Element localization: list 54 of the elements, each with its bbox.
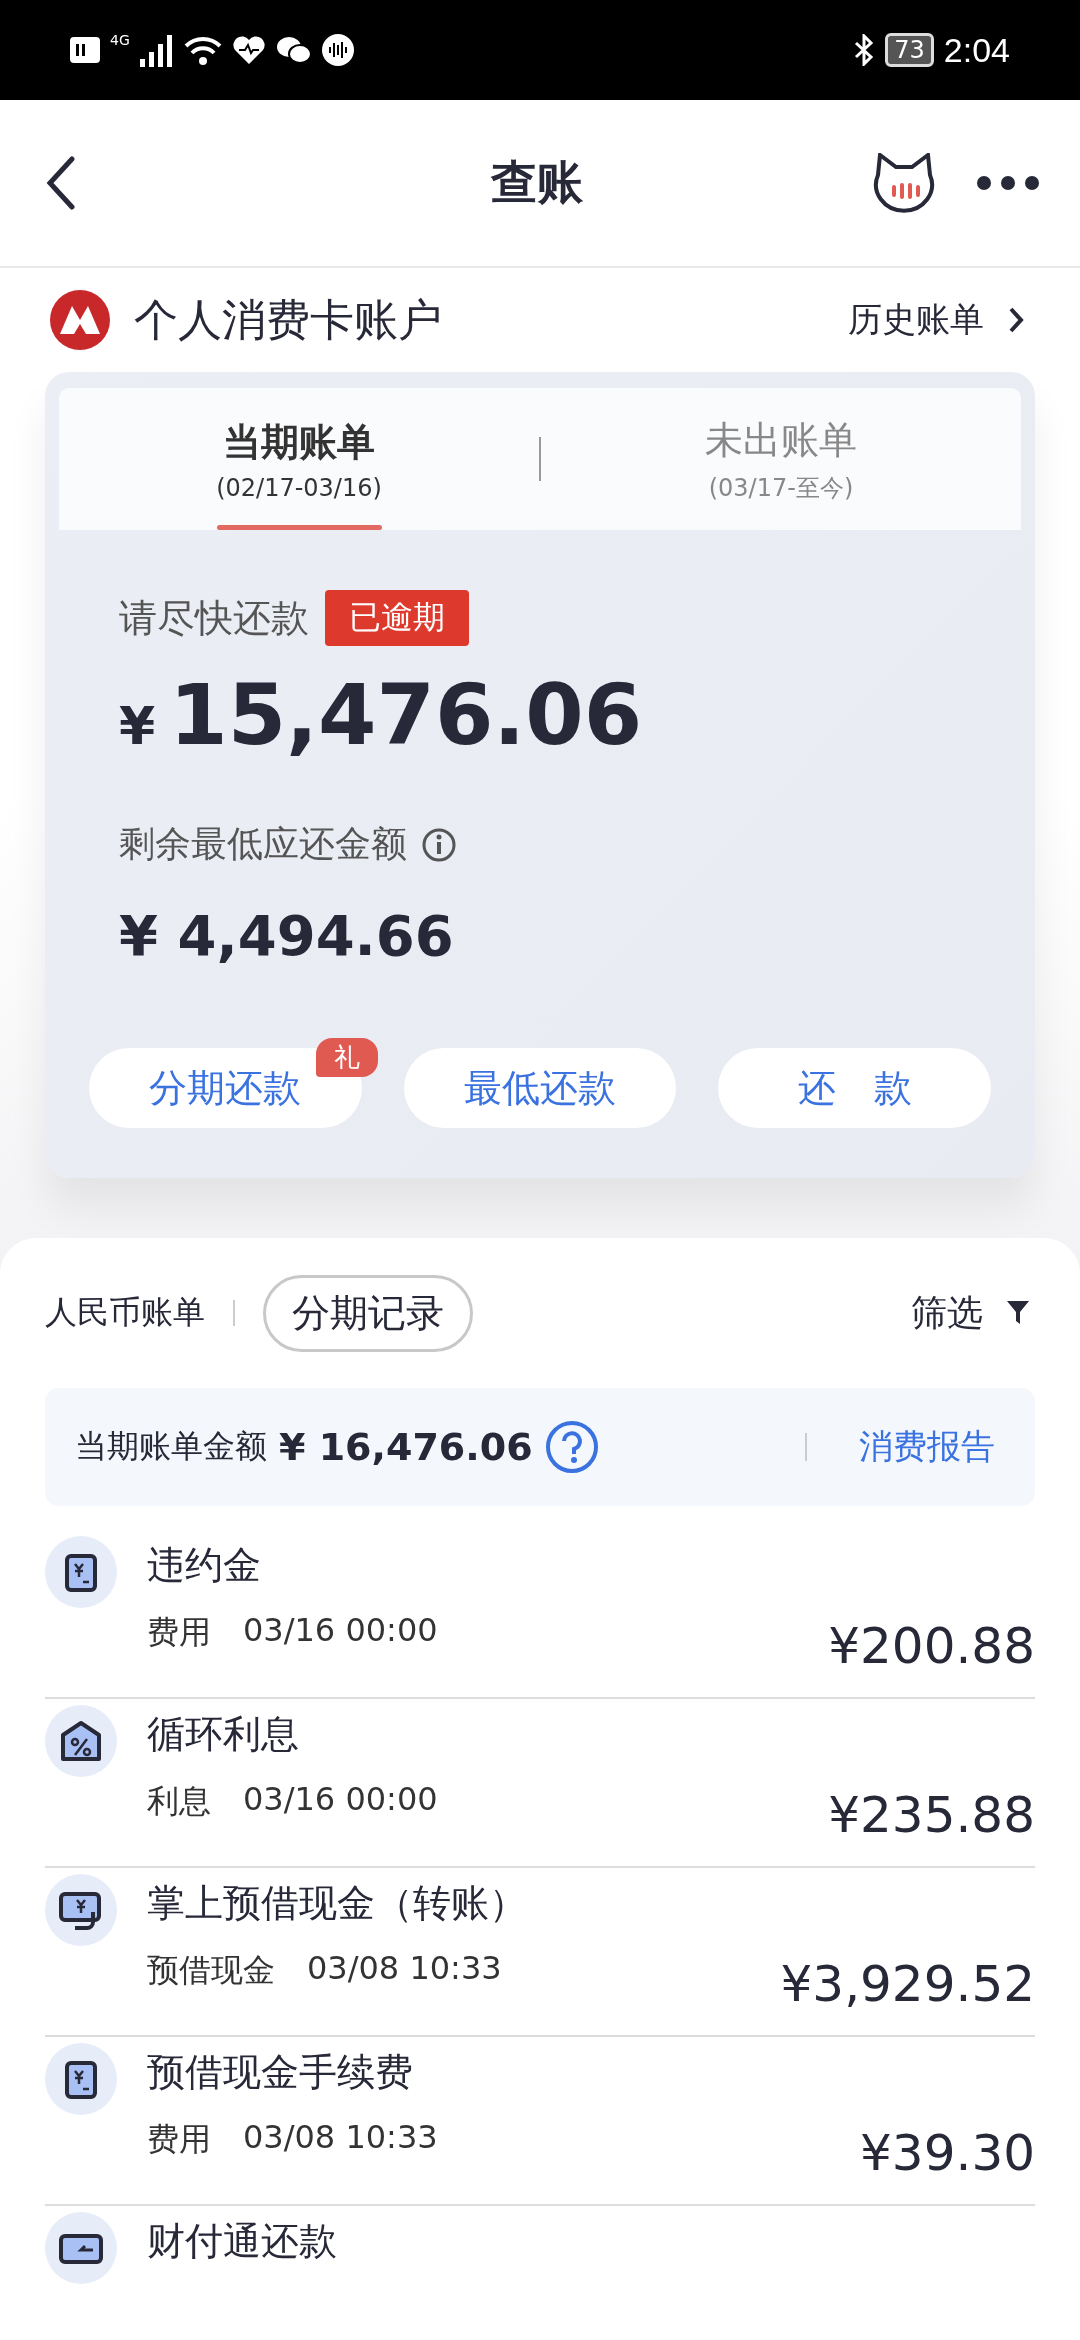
transaction-title: 财付通还款 — [147, 2218, 338, 2265]
heart-icon — [231, 35, 266, 65]
transaction-title: 掌上预借现金（转账） — [147, 1880, 528, 1927]
transaction-title: 违约金 — [147, 1542, 262, 1589]
sound-icon — [321, 34, 354, 66]
transaction-time: 03/08 10:33 — [307, 1949, 502, 1989]
bill-amount: 15,476.06 — [169, 666, 643, 764]
repay-prompt: 请尽快还款 — [119, 594, 309, 642]
gift-badge: 礼 — [315, 1038, 378, 1077]
wifi-icon — [183, 34, 222, 66]
chevron-right-icon — [1008, 306, 1024, 334]
minimum-label: 剩余最低应还金额 — [119, 822, 407, 866]
more-icon[interactable] — [976, 175, 1040, 191]
transaction-category: 利息 — [147, 1781, 211, 1822]
transaction-time: 03/16 00:00 — [243, 1780, 438, 1820]
summary-label: 当期账单金额 — [75, 1426, 267, 1467]
transaction-title: 循环利息 — [147, 1711, 300, 1758]
chat-icon — [275, 35, 312, 65]
currency-bill-label: 人民币账单 — [45, 1292, 205, 1333]
minimum-amount: ¥ 4,494.66 — [119, 903, 455, 968]
bill-tab[interactable]: 未出账单 (03/17-至今) — [541, 388, 1021, 530]
bank-logo-icon — [50, 290, 110, 350]
transaction-title: 预借现金手续费 — [147, 2049, 414, 2096]
transaction-category: 费用 — [147, 2119, 211, 2160]
info-icon[interactable] — [421, 826, 457, 863]
repay-button[interactable]: 最低还款 — [403, 1048, 677, 1128]
spending-report-link[interactable]: 消费报告 — [859, 1424, 995, 1470]
transaction-amount: ¥235.88 — [828, 1786, 1035, 1844]
signal-icon — [139, 33, 174, 67]
transaction-category: 费用 — [147, 1612, 211, 1653]
repay-button[interactable]: 还 款 — [718, 1048, 991, 1128]
back-icon[interactable] — [46, 156, 76, 210]
filter-icon — [1007, 1301, 1029, 1325]
battery-icon: 73 — [885, 33, 934, 67]
bill-tab[interactable]: 当期账单 (02/17-03/16) — [59, 388, 539, 530]
filter-button[interactable]: 筛选 — [905, 1287, 1035, 1339]
help-icon[interactable] — [544, 1420, 599, 1474]
network-label: 4G — [110, 32, 130, 48]
currency-symbol: ¥ — [119, 696, 156, 756]
clock: 2:04 — [943, 30, 1010, 70]
cat-face-icon[interactable] — [872, 153, 936, 213]
transaction-amount: ¥39.30 — [860, 2124, 1035, 2182]
transaction-time: 03/08 10:33 — [243, 2118, 438, 2158]
transaction-amount: ¥3,929.52 — [780, 1955, 1035, 2013]
transaction-time: 03/16 00:00 — [243, 1611, 438, 1651]
page-title: 查账 — [490, 154, 584, 211]
transaction-category: 预借现金 — [147, 1950, 275, 1991]
transaction-amount: ¥200.88 — [828, 1617, 1035, 1675]
summary-amount: ¥ 16,476.06 — [279, 1425, 533, 1469]
installment-records-button[interactable]: 分期记录 — [263, 1274, 473, 1352]
account-name: 个人消费卡账户 — [134, 292, 443, 347]
bluetooth-icon — [853, 34, 876, 66]
overdue-badge: 已逾期 — [325, 590, 469, 646]
history-bills-link[interactable]: 历史账单 — [842, 296, 1030, 344]
